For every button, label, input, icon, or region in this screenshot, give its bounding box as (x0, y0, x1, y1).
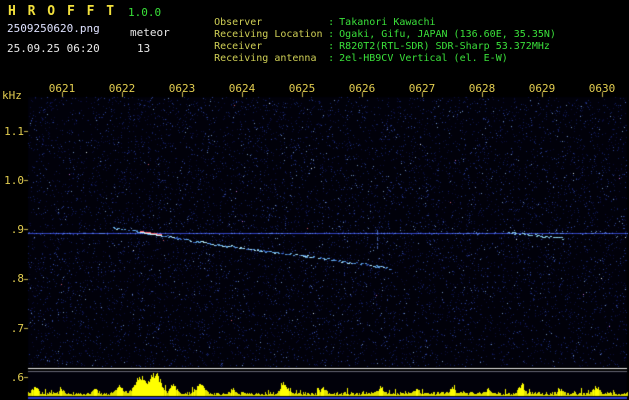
freq-tick-label: .6 (10, 371, 24, 384)
freq-tick-label: 1.0 (4, 174, 24, 187)
time-tick-label: 0621 (48, 82, 76, 95)
info-separator: : (328, 53, 335, 64)
freq-tick-label: .7 (10, 322, 24, 335)
freq-tick-label: .8 (10, 272, 24, 285)
info-row-location: Receiving Location: Ogaki, Gifu, JAPAN (1… (178, 17, 556, 40)
station-info: Observer: Takanori Kawachi Receiving Loca… (178, 5, 556, 64)
freq-tick-label: .9 (10, 223, 24, 236)
freq-tick-label: 1.1 (4, 125, 24, 138)
mode-label: meteor (130, 26, 170, 39)
time-tick-label: 0627 (408, 82, 436, 95)
time-tick-label: 0624 (228, 82, 256, 95)
time-tick-label: 0629 (528, 82, 556, 95)
info-row-observer: Observer: Takanori Kawachi (178, 5, 556, 28)
time-tick-label: 0622 (108, 82, 136, 95)
time-tick-label: 0628 (468, 82, 496, 95)
freq-unit-label: kHz (2, 89, 22, 102)
echo-count: 13 (137, 42, 151, 55)
info-label: Receiving antenna (214, 53, 317, 64)
time-tick-label: 0626 (348, 82, 376, 95)
app-title: H R O F F T (8, 4, 117, 19)
info-row-antenna: Receiving antenna:2el-HB9CV Vertical (el… (178, 41, 556, 64)
output-filename: 2509250620.png (7, 22, 100, 35)
info-value: 2el-HB9CV Vertical (el. E-W) (339, 53, 508, 64)
app-version: 1.0.0 (128, 6, 162, 19)
info-row-receiver: Receiver: R820T2(RTL-SDR) SDR-Sharp 53.37… (178, 29, 556, 52)
hrofft-window: H R O F F T 1.0.0 2509250620.png meteor … (0, 0, 629, 400)
time-tick-label: 0630 (588, 82, 616, 95)
time-tick-label: 0623 (168, 82, 196, 95)
datetime-label: 25.09.25 06:20 (7, 42, 100, 55)
time-tick-label: 0625 (288, 82, 316, 95)
